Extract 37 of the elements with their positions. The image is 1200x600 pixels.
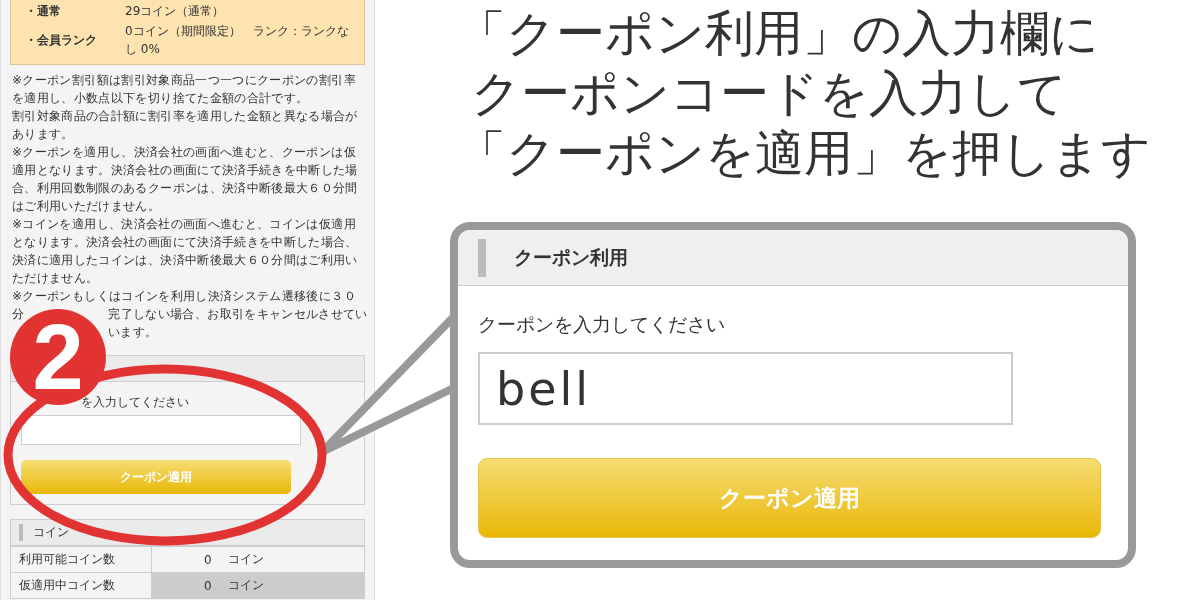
instruction-text: クーポンコードを入力して xyxy=(471,64,1067,124)
note-line: ※クーポンもしくはコインを利用し決済システム遷移後に３０ xyxy=(12,288,356,305)
note-line: ※コインを適用し、決済会社の画面へ進むと、コインは仮適用 xyxy=(12,216,356,233)
note-line: 完了しない場合、お取引をキャンセルさせてい xyxy=(108,306,368,323)
apply-coupon-button[interactable]: クーポン適用 xyxy=(478,458,1101,538)
note-line: 合、利用回数制限のあるクーポンは、決済中断後最大６０分間 xyxy=(12,180,358,197)
apply-coupon-button[interactable]: クーポン適用 xyxy=(21,460,291,494)
header-bar-icon xyxy=(19,524,23,541)
coupon-input[interactable] xyxy=(21,415,301,445)
note-line: はご利用いただけません。 xyxy=(12,198,161,215)
coin-count: 0 xyxy=(204,552,212,567)
note-line: 決済に適用したコインは、決済中断後最大６０分間はご利用い xyxy=(12,252,358,269)
coin-unit: コイン xyxy=(227,577,264,594)
note-line: となります。決済会社の画面にて決済手続きを中断した場合、 xyxy=(12,234,358,251)
coin-unit: コイン xyxy=(227,551,264,568)
note-line: ただけません。 xyxy=(12,270,99,287)
info-value: 0コイン（期間限定） ランク：ランクなし 0% xyxy=(125,23,350,58)
coupon-input[interactable]: bell xyxy=(478,352,1013,425)
header-bar-icon xyxy=(478,238,486,277)
info-label: ・通常 xyxy=(25,3,62,20)
panel-title: コイン xyxy=(33,524,69,541)
note-line: います。 xyxy=(108,324,158,341)
instruction-text: 「クーポン利用」の入力欄に xyxy=(457,4,1099,64)
note-line: ※クーポンを適用し、決済会社の画面へ進むと、クーポンは仮 xyxy=(12,144,356,161)
info-label: ・会員ランク xyxy=(25,32,98,49)
instruction-text: 「クーポンを適用」を押します xyxy=(457,124,1151,184)
note-line: あります。 xyxy=(12,126,74,143)
note-line: 適用となります。決済会社の画面にて決済手続きを中断した場 xyxy=(12,162,358,179)
panel-title: クーポン利用 xyxy=(514,244,628,270)
note-line: を適用し、小数点以下を切り捨てた金額の合計です。 xyxy=(12,90,309,107)
table-cell: 利用可能コイン数 xyxy=(11,547,152,572)
coin-count: 0 xyxy=(204,578,212,593)
info-value: 29コイン（通常） xyxy=(125,3,226,20)
note-line: 分 xyxy=(12,306,25,323)
note-line: 割引対象商品の合計額に割引率を適用した金額と異なる場合が xyxy=(12,108,358,125)
field-label: クーポンを入力してください xyxy=(478,312,725,337)
note-line: ※クーポン割引額は割引対象商品一つ一つにクーポンの割引率 xyxy=(12,72,356,89)
